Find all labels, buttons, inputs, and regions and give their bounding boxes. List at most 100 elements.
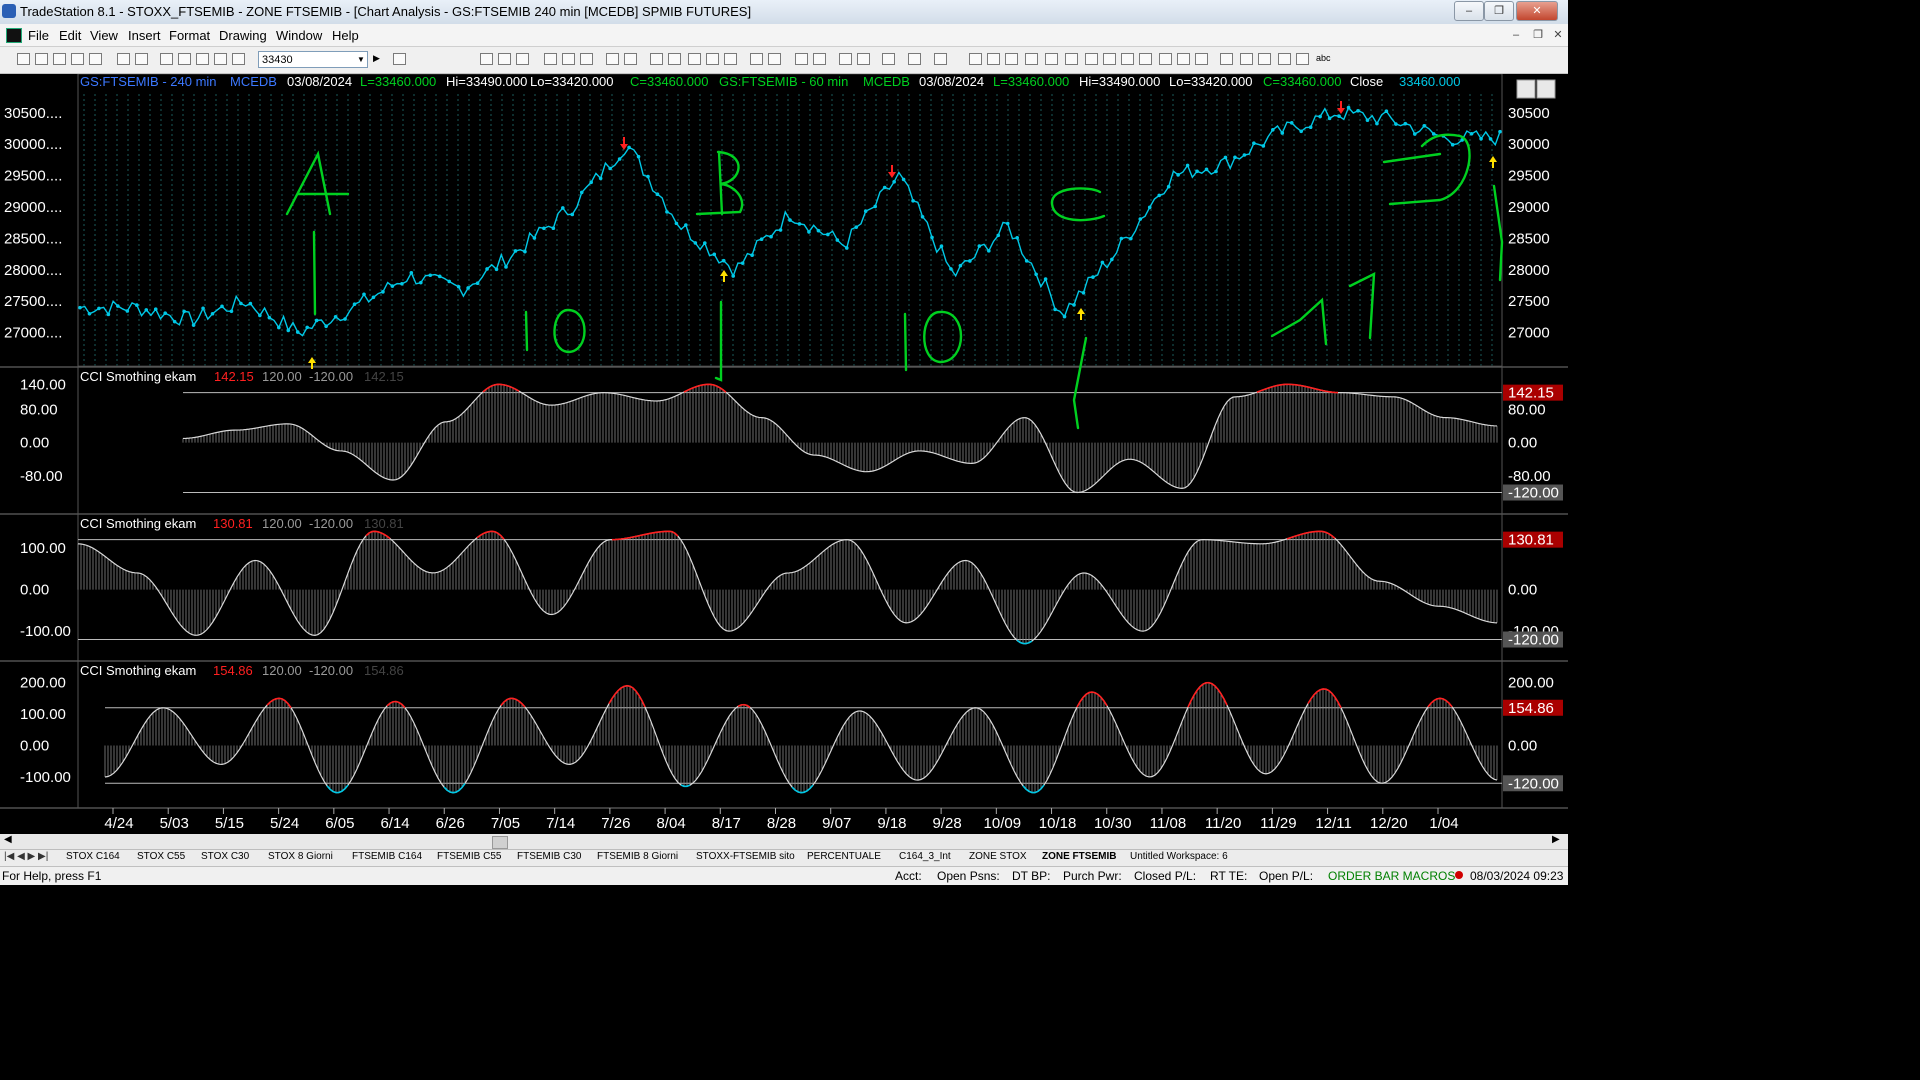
tab-untitled-workspace[interactable]: Untitled Workspace: 6	[1130, 851, 1228, 862]
channel-icon[interactable]	[1065, 53, 1078, 65]
symbol-lookup-icon[interactable]	[393, 53, 406, 65]
ordering-icon[interactable]	[908, 53, 921, 65]
pointer-icon[interactable]	[839, 53, 852, 65]
menu-help[interactable]: Help	[332, 28, 359, 43]
down-arrow-tool-icon[interactable]	[1240, 53, 1253, 65]
go-arrow-icon[interactable]: ▶	[373, 53, 380, 64]
speed-lines-icon[interactable]	[1159, 53, 1172, 65]
tab-ftsemib-c164[interactable]: FTSEMIB C164	[352, 851, 422, 862]
link-icon[interactable]	[580, 53, 593, 65]
format-icon[interactable]	[160, 53, 173, 65]
regression-icon[interactable]	[1121, 53, 1134, 65]
chart-type-icon[interactable]	[480, 53, 493, 65]
fibonacci-icon[interactable]	[1045, 53, 1058, 65]
maximize-button[interactable]: ❐	[1484, 1, 1514, 21]
radar-icon[interactable]	[650, 53, 663, 65]
tools-icon[interactable]	[882, 53, 895, 65]
matrix-icon[interactable]	[668, 53, 681, 65]
horizontal-scrollbar[interactable]: ◀ ▶	[0, 834, 1568, 849]
price-point	[778, 228, 783, 232]
chart-analysis-window[interactable]: GS:FTSEMIB - 240 min MCEDB 03/08/2024 L=…	[0, 74, 1568, 834]
zoom-in-icon[interactable]	[795, 53, 808, 65]
bar-chart-icon[interactable]	[498, 53, 511, 65]
tab-stox-c164[interactable]: STOX C164	[66, 851, 120, 862]
strategy-icon[interactable]	[232, 53, 245, 65]
status-macros[interactable]: ORDER BAR MACROS	[1328, 869, 1455, 883]
menu-window[interactable]: Window	[276, 28, 322, 43]
symbol-input[interactable]: 33430	[258, 51, 368, 68]
scroll-right-arrow-icon[interactable]: ▶	[1552, 834, 1560, 845]
tab-ftsemib-c30[interactable]: FTSEMIB C30	[517, 851, 581, 862]
new-file-icon[interactable]	[17, 53, 30, 65]
mdi-restore-icon[interactable]: ❐	[1530, 28, 1546, 42]
chart-restore-button[interactable]	[1536, 79, 1556, 99]
zoom-range-icon[interactable]	[750, 53, 763, 65]
symbol-dropdown-icon[interactable]: ▼	[357, 55, 365, 64]
cci-upper-band: 120.00	[262, 663, 302, 678]
chart-canvas[interactable]: GS:FTSEMIB - 240 min MCEDB 03/08/2024 L=…	[0, 74, 1568, 834]
text-tool-icon[interactable]	[1025, 53, 1038, 65]
tab-ftsemib-c55[interactable]: FTSEMIB C55	[437, 851, 501, 862]
zoom-out-icon[interactable]	[813, 53, 826, 65]
scroll-left-arrow-icon[interactable]: ◀	[4, 834, 12, 845]
bar-icon[interactable]	[724, 53, 737, 65]
curve-icon[interactable]	[1220, 53, 1233, 65]
menu-insert[interactable]: Insert	[128, 28, 161, 43]
tab-percentuale[interactable]: PERCENTUALE	[807, 851, 881, 862]
tab-stox-c30[interactable]: STOX C30	[201, 851, 249, 862]
indicator-icon[interactable]	[214, 53, 227, 65]
freehand-icon[interactable]	[1195, 53, 1208, 65]
price-point	[286, 328, 291, 333]
menu-drawing[interactable]: Drawing	[219, 28, 267, 43]
print-icon[interactable]	[117, 53, 130, 65]
trendline-icon[interactable]	[969, 53, 982, 65]
tab-ftsemib-8-giorni[interactable]: FTSEMIB 8 Giorni	[597, 851, 678, 862]
select-icon[interactable]	[857, 53, 870, 65]
tab-stoxx-ftsemib-sito[interactable]: STOXX-FTSEMIB sito	[696, 851, 795, 862]
tab-zone-stox[interactable]: ZONE STOX	[969, 851, 1027, 862]
lock-icon[interactable]	[196, 53, 209, 65]
scroll-thumb[interactable]	[492, 836, 508, 849]
menu-view[interactable]: View	[90, 28, 118, 43]
tab-zone-ftsemib[interactable]: ZONE FTSEMIB	[1042, 851, 1116, 862]
andrews-icon[interactable]	[1085, 53, 1098, 65]
vertical-line-icon[interactable]	[1005, 53, 1018, 65]
close-button[interactable]: ✕	[1516, 1, 1558, 21]
new-window-icon[interactable]	[71, 53, 84, 65]
format-symbol-icon[interactable]	[178, 53, 191, 65]
ellipse-icon[interactable]	[1278, 53, 1291, 65]
scroll-right-icon[interactable]	[624, 53, 637, 65]
data-window-icon[interactable]	[544, 53, 557, 65]
menu-edit[interactable]: Edit	[59, 28, 81, 43]
price-point	[1024, 259, 1029, 263]
tab-stox-c55[interactable]: STOX C55	[137, 851, 185, 862]
open-file-icon[interactable]	[35, 53, 48, 65]
time-sales-icon[interactable]	[688, 53, 701, 65]
print-preview-icon[interactable]	[135, 53, 148, 65]
save-icon[interactable]	[53, 53, 66, 65]
chart-minimize-button[interactable]	[1516, 79, 1536, 99]
gann-icon[interactable]	[1103, 53, 1116, 65]
open-window-icon[interactable]	[89, 53, 102, 65]
tab-stox-8-giorni[interactable]: STOX 8 Giorni	[268, 851, 333, 862]
mdi-close-icon[interactable]: ✕	[1550, 28, 1566, 42]
menu-file[interactable]: File	[28, 28, 49, 43]
document-icon[interactable]	[6, 28, 22, 43]
scroll-left-icon[interactable]	[606, 53, 619, 65]
arc-icon[interactable]	[1177, 53, 1190, 65]
fit-range-icon[interactable]	[768, 53, 781, 65]
insert-window-icon[interactable]	[562, 53, 575, 65]
up-arrow-tool-icon[interactable]	[1258, 53, 1271, 65]
mdi-minimize-icon[interactable]: –	[1508, 28, 1524, 42]
alerts-icon[interactable]	[934, 53, 947, 65]
arrow-tool-icon[interactable]	[1139, 53, 1152, 65]
minimize-button[interactable]: –	[1454, 1, 1484, 21]
options-icon[interactable]	[706, 53, 719, 65]
candle-icon[interactable]	[516, 53, 529, 65]
menu-format[interactable]: Format	[169, 28, 210, 43]
tab-nav-icon[interactable]: |◀ ◀ ▶ ▶|	[4, 851, 48, 862]
text-abc-icon[interactable]: abc	[1316, 53, 1331, 63]
horizontal-line-icon[interactable]	[987, 53, 1000, 65]
tab-c164-3-int[interactable]: C164_3_Int	[899, 851, 951, 862]
rectangle-icon[interactable]	[1296, 53, 1309, 65]
